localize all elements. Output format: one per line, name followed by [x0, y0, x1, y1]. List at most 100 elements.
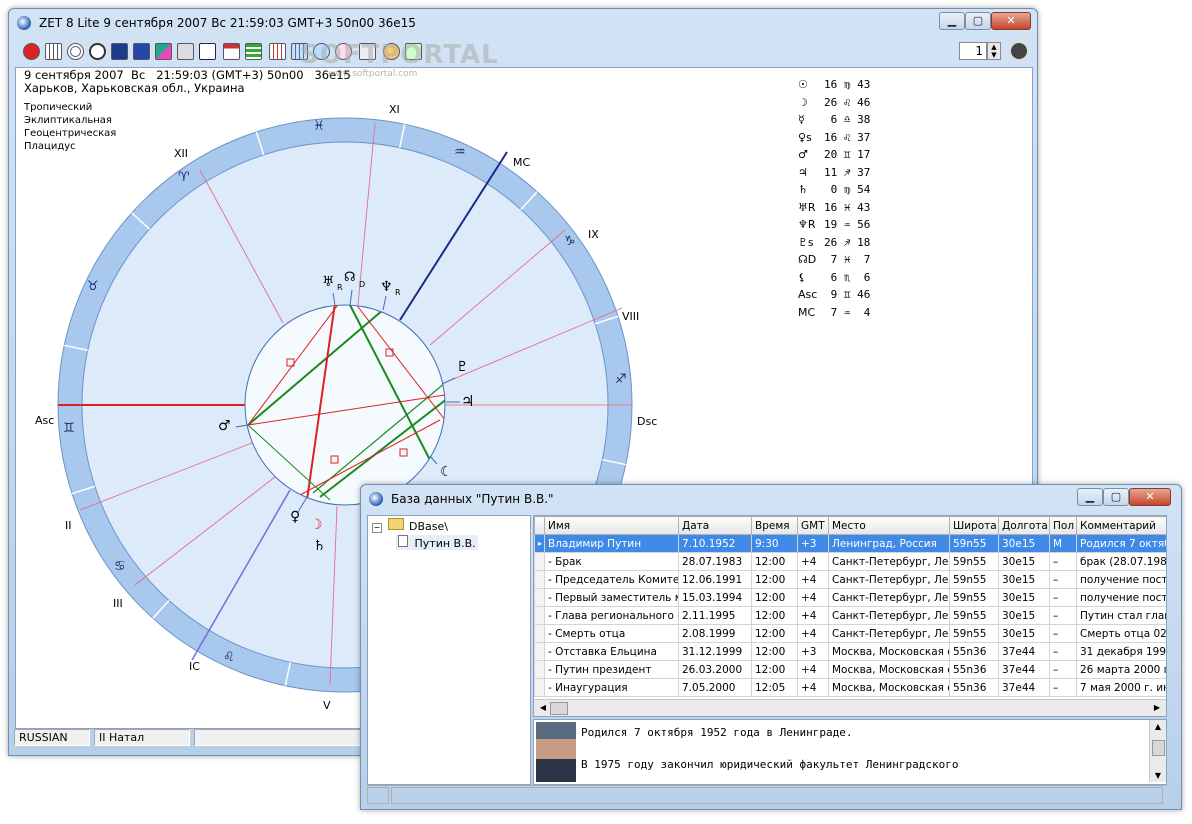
table-cell[interactable]: 12.06.1991	[678, 570, 752, 589]
table-cell[interactable]: 31.12.1999	[678, 642, 752, 661]
scroll-left-arrow[interactable]: ◀	[536, 701, 550, 715]
star-chart-icon[interactable]	[111, 43, 128, 60]
table-row[interactable]: - Отставка Ельцина 31.12.1999 12:00 +3 Москв…	[534, 642, 1166, 661]
table-cell[interactable]: –	[1049, 570, 1077, 589]
column-header[interactable]: Широта	[949, 516, 999, 535]
app-icon[interactable]	[17, 16, 31, 30]
column-header[interactable]: Долгота	[998, 516, 1050, 535]
db-maximize-button[interactable]: ▢	[1103, 488, 1129, 506]
table-cell[interactable]: 37e44	[998, 660, 1050, 679]
row-selector[interactable]	[534, 606, 545, 625]
table-cell[interactable]: –	[1049, 624, 1077, 643]
table-cell[interactable]: Родился 7 октября	[1076, 534, 1166, 553]
table-cell[interactable]: - Глава регионального от	[544, 606, 679, 625]
table-cell[interactable]: Москва, Московская обл.	[828, 678, 950, 697]
table-cell[interactable]: 30e15	[998, 606, 1050, 625]
table-cell[interactable]: - Отставка Ельцина	[544, 642, 679, 661]
table-cell[interactable]: - Председатель Комитета	[544, 570, 679, 589]
table-cell[interactable]: 12:00	[751, 660, 798, 679]
table-cell[interactable]: +4	[797, 660, 829, 679]
table-cell[interactable]: +4	[797, 678, 829, 697]
row-selector[interactable]	[534, 642, 545, 661]
row-selector[interactable]	[534, 588, 545, 607]
table-cell[interactable]: Санкт-Петербург, Ленинградск	[828, 588, 950, 607]
table-cell[interactable]: 30e15	[998, 624, 1050, 643]
list-icon[interactable]	[245, 43, 262, 60]
table-cell[interactable]: 7.05.2000	[678, 678, 752, 697]
planet-uranus-icon[interactable]: ♅	[322, 274, 335, 290]
table-cell[interactable]: Москва, Московская обл.	[828, 642, 950, 661]
table-cell[interactable]: 59n55	[949, 606, 999, 625]
table-cell[interactable]: 30e15	[998, 534, 1050, 553]
table-cell[interactable]: +3	[797, 642, 829, 661]
column-header[interactable]: GMT	[797, 516, 829, 535]
planet-neptune-icon[interactable]: ♆	[380, 279, 393, 295]
table-cell[interactable]: +4	[797, 624, 829, 643]
table-cell[interactable]: 55n36	[949, 678, 999, 697]
table-cell[interactable]: 59n55	[949, 588, 999, 607]
table-cell[interactable]: 37e44	[998, 642, 1050, 661]
table-cell[interactable]: –	[1049, 678, 1077, 697]
table-cell[interactable]: Москва, Московская обл.	[828, 660, 950, 679]
spin-buttons[interactable]: ▲ ▼	[987, 42, 1001, 60]
table-cell[interactable]: +3	[797, 534, 829, 553]
table-cell[interactable]: - Путин президент	[544, 660, 679, 679]
table-cell[interactable]: 15.03.1994	[678, 588, 752, 607]
scroll-right-arrow[interactable]: ▶	[1150, 701, 1164, 715]
tree-root[interactable]: − DBase\	[372, 518, 448, 533]
dial-icon[interactable]	[67, 43, 84, 60]
table-cell[interactable]: –	[1049, 552, 1077, 571]
table-row[interactable]: - Глава регионального от 2.11.1995 12:00 +4…	[534, 606, 1166, 625]
table-cell[interactable]: Санкт-Петербург, Ленинградск	[828, 606, 950, 625]
globe-icon[interactable]	[133, 43, 150, 60]
column-header[interactable]: Дата	[678, 516, 752, 535]
table-row[interactable]: - Путин президент 26.03.2000 12:00 +4 Москва…	[534, 660, 1166, 679]
table-cell[interactable]: 55n36	[949, 642, 999, 661]
note-scroll-down[interactable]: ▼	[1151, 771, 1165, 780]
map-icon[interactable]	[155, 43, 172, 60]
planet-moon-icon[interactable]: ☽	[310, 517, 323, 533]
table-cell[interactable]: 31 декабря 1999	[1076, 642, 1166, 661]
table-cell[interactable]: +4	[797, 570, 829, 589]
table-cell[interactable]: 12:05	[751, 678, 798, 697]
column-header[interactable]: Пол	[1049, 516, 1077, 535]
table-cell[interactable]: 30e15	[998, 588, 1050, 607]
db-titlebar[interactable]: База данных "Путин В.В." ▁ ▢ ✕	[361, 485, 1181, 513]
table-cell[interactable]: Санкт-Петербург, Ленинградск	[828, 570, 950, 589]
table-cell[interactable]: брак (28.07.1983)	[1076, 552, 1166, 571]
table-cell[interactable]: 30e15	[998, 552, 1050, 571]
table-cell[interactable]: 12:00	[751, 588, 798, 607]
row-selector[interactable]	[534, 660, 545, 679]
table-cell[interactable]: М	[1049, 534, 1077, 553]
table-cell[interactable]: 28.07.1983	[678, 552, 752, 571]
minimize-button[interactable]: ▁	[939, 12, 965, 30]
table-row[interactable]: - Инаугурация 7.05.2000 12:05 +4 Москва, Мос…	[534, 678, 1166, 697]
table-cell[interactable]: получение поста	[1076, 570, 1166, 589]
table-cell[interactable]: 59n55	[949, 534, 999, 553]
table-cell[interactable]: Ленинград, Россия	[828, 534, 950, 553]
row-selector[interactable]: ▸	[534, 534, 545, 553]
table-cell[interactable]: - Брак	[544, 552, 679, 571]
print-icon[interactable]	[177, 43, 194, 60]
table-cell[interactable]: +4	[797, 552, 829, 571]
table-cell[interactable]: 59n55	[949, 552, 999, 571]
row-selector[interactable]	[534, 624, 545, 643]
column-header[interactable]: Комментарий	[1076, 516, 1166, 535]
table-cell[interactable]: Смерть отца 02.08	[1076, 624, 1166, 643]
table-cell[interactable]: 9:30	[751, 534, 798, 553]
main-titlebar[interactable]: ZET 8 Lite 9 сентября 2007 Вс 21:59:03 G…	[9, 9, 1037, 37]
grid-table-icon[interactable]	[45, 43, 62, 60]
sheet-icon[interactable]	[223, 43, 240, 60]
table-cell[interactable]: Владимир Путин	[544, 534, 679, 553]
table-row[interactable]: - Председатель Комитета 12.06.1991 12:00 +4…	[534, 570, 1166, 589]
column-header[interactable]: Время	[751, 516, 798, 535]
table-cell[interactable]: 12:00	[751, 570, 798, 589]
table-row[interactable]: - Первый заместитель мэ 15.03.1994 12:00 +4…	[534, 588, 1166, 607]
table-cell[interactable]: 55n36	[949, 660, 999, 679]
chart-mode-icon[interactable]	[1009, 41, 1029, 61]
table-cell[interactable]: 7 мая 2000 г. ина	[1076, 678, 1166, 697]
table-cell[interactable]: –	[1049, 660, 1077, 679]
table-cell[interactable]: 12:00	[751, 624, 798, 643]
table-cell[interactable]: 12:00	[751, 552, 798, 571]
table-cell[interactable]: - Первый заместитель мэ	[544, 588, 679, 607]
